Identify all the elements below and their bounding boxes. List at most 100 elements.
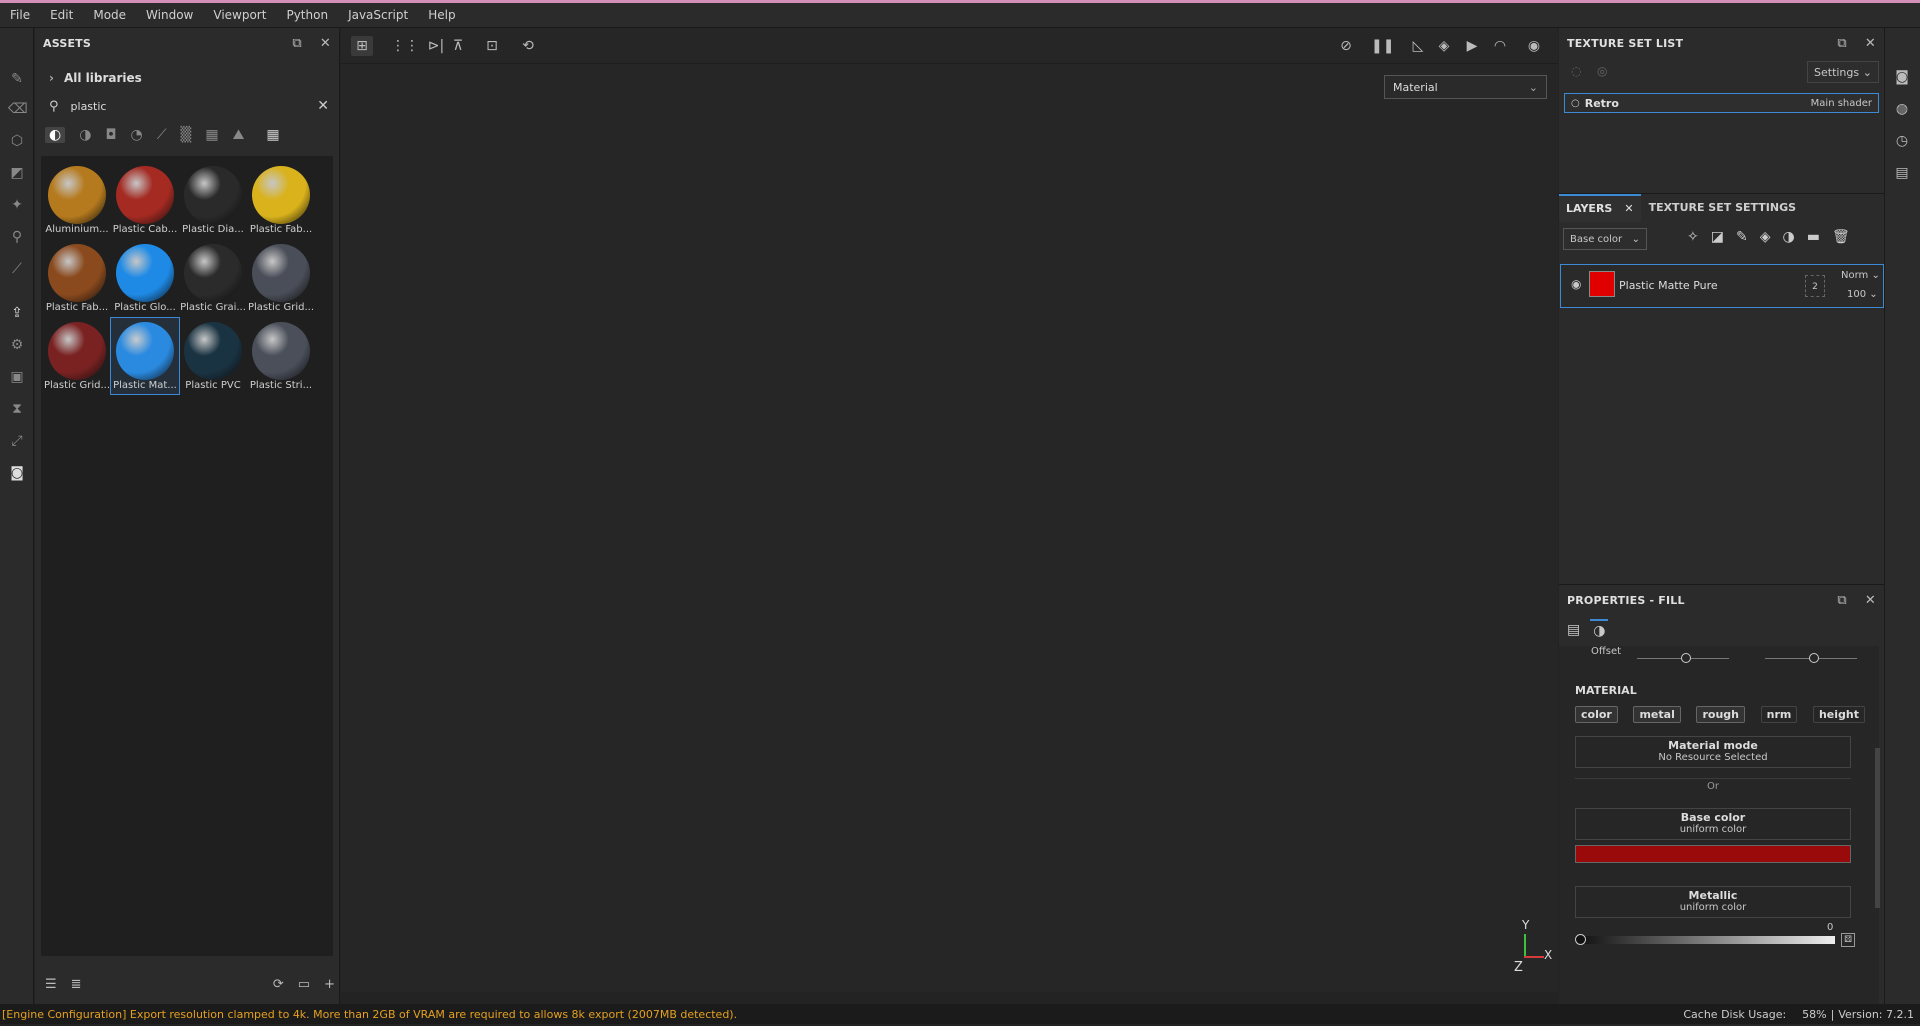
asset-tile[interactable]: Plastic Grid... xyxy=(247,240,315,316)
asset-tile[interactable]: Plastic Fab... xyxy=(247,162,315,238)
asset-tile[interactable]: Plastic Glo... xyxy=(111,240,179,316)
settings-dropdown[interactable]: Settings ⌄ xyxy=(1807,61,1879,83)
viewport-mode-select[interactable]: Material ⌄ xyxy=(1384,75,1547,99)
base-color-swatch[interactable] xyxy=(1575,845,1851,863)
delete-layer-icon[interactable]: 🗑 xyxy=(1832,229,1850,245)
channel-height-toggle[interactable]: height xyxy=(1812,706,1865,723)
menu-mode[interactable]: Mode xyxy=(83,8,136,22)
all-filters-icon[interactable]: ▦ xyxy=(266,127,279,143)
tab-layers[interactable]: LAYERS ✕ xyxy=(1559,193,1641,222)
masks-filter-icon[interactable]: ◘ xyxy=(105,127,116,143)
undock-icon[interactable]: ⧉ xyxy=(1837,36,1846,51)
viewport[interactable] xyxy=(341,28,1558,992)
solo-view-icon[interactable]: ◎ xyxy=(1597,64,1607,78)
tiling-icon[interactable]: ⋮⋮ xyxy=(391,36,419,56)
close-icon[interactable]: ✕ xyxy=(320,36,331,51)
generators-filter-icon[interactable]: ◔ xyxy=(131,127,143,143)
fill-properties-tab-icon[interactable]: ▤ xyxy=(1567,622,1580,638)
grid-filter-icon[interactable]: ▦ xyxy=(205,127,218,143)
fit-view-icon[interactable]: ⊡ xyxy=(481,36,503,56)
eraser-icon[interactable]: ⌫ xyxy=(8,100,28,118)
menu-javascript[interactable]: JavaScript xyxy=(338,8,418,22)
clone-stamp-icon[interactable]: ⚲ xyxy=(8,228,26,246)
projection-icon[interactable]: ⬡ xyxy=(8,132,26,150)
folder-icon[interactable]: ▭ xyxy=(298,977,310,992)
properties-scroll[interactable]: Offset MATERIAL color metal rough nrm he… xyxy=(1559,646,1879,1026)
asset-tile-selected[interactable]: Plastic Mat... xyxy=(110,317,180,395)
log-icon[interactable]: ▤ xyxy=(1893,164,1911,182)
add-effect-icon[interactable]: ✧ xyxy=(1687,229,1699,245)
material-tab-icon[interactable]: ◑ xyxy=(1590,619,1609,641)
export-icon[interactable]: ⇪ xyxy=(8,304,26,322)
mirror-y-icon[interactable]: ⊼ xyxy=(447,36,469,56)
asset-tile[interactable]: Plastic Grai... xyxy=(179,240,247,316)
refresh-icon[interactable]: ⟳ xyxy=(273,977,284,992)
smudge-icon[interactable]: ✦ xyxy=(8,196,26,214)
polygon-fill-icon[interactable]: ◩ xyxy=(8,164,26,182)
mesh-icon[interactable]: ▣ xyxy=(8,368,26,386)
resize-icon[interactable]: ⤢ xyxy=(8,432,26,450)
asset-tile[interactable]: Plastic PVC xyxy=(179,318,247,394)
slider-handle[interactable] xyxy=(1575,934,1586,945)
asset-tile[interactable]: Plastic Dia... xyxy=(179,162,247,238)
channel-rough-toggle[interactable]: rough xyxy=(1696,706,1745,723)
history-icon[interactable]: ◷ xyxy=(1893,132,1911,150)
channel-metal-toggle[interactable]: metal xyxy=(1633,706,1681,723)
material-mode-slot[interactable]: Material mode No Resource Selected xyxy=(1575,736,1851,768)
menu-edit[interactable]: Edit xyxy=(40,8,83,22)
menu-python[interactable]: Python xyxy=(276,8,338,22)
blend-mode[interactable]: Norm ⌄ xyxy=(1841,270,1880,281)
slider-handle[interactable] xyxy=(1809,653,1819,663)
menu-viewport[interactable]: Viewport xyxy=(203,8,276,22)
view-cube-icon[interactable]: ◈ xyxy=(1433,36,1455,56)
slider-handle[interactable] xyxy=(1681,653,1691,663)
metallic-slot[interactable]: Metallic uniform color xyxy=(1575,886,1851,918)
visibility-toggle-icon[interactable]: ◌ xyxy=(1571,64,1581,78)
color-picker-icon[interactable]: ⟋ xyxy=(8,260,26,278)
add-mask-icon[interactable]: ◪ xyxy=(1711,229,1724,245)
asset-tile[interactable]: Aluminium... xyxy=(43,162,111,238)
environment-icon[interactable]: ◠ xyxy=(1489,36,1511,56)
textures-filter-icon[interactable]: ▒ xyxy=(181,127,192,143)
menu-help[interactable]: Help xyxy=(418,8,465,22)
random-seed-icon[interactable]: ⚄ xyxy=(1841,933,1855,947)
breadcrumb[interactable]: › All libraries xyxy=(49,71,142,85)
camera-settings-icon[interactable]: ◙ xyxy=(1893,68,1911,86)
display-settings-icon[interactable]: ◙ xyxy=(8,464,26,482)
screenshot-icon[interactable]: ◉ xyxy=(1523,36,1545,56)
tab-texture-set-settings[interactable]: TEXTURE SET SETTINGS xyxy=(1641,201,1804,214)
channel-nrm-toggle[interactable]: nrm xyxy=(1760,706,1798,723)
hide-icon[interactable]: ⊘ xyxy=(1335,36,1357,56)
add-paint-layer-icon[interactable]: ✎ xyxy=(1736,229,1748,245)
camera-icon[interactable]: ▶ xyxy=(1461,36,1483,56)
offset-v-slider[interactable] xyxy=(1765,653,1857,663)
bake-icon[interactable]: ⚙ xyxy=(8,336,26,354)
asset-tile[interactable]: Plastic Grid... xyxy=(43,318,111,394)
paint-brush-icon[interactable]: ✎ xyxy=(8,70,26,88)
brushes-filter-icon[interactable]: ⟋ xyxy=(157,127,167,143)
add-folder-icon[interactable]: ▬ xyxy=(1807,229,1820,245)
eye-icon[interactable]: ◉ xyxy=(1571,277,1581,291)
asset-tile[interactable]: Plastic Stri... xyxy=(247,318,315,394)
undock-icon[interactable]: ⧉ xyxy=(1837,593,1846,608)
pause-icon[interactable]: ❚❚ xyxy=(1371,36,1394,56)
texture-set-row[interactable]: ○ Retro Main shader xyxy=(1564,93,1879,113)
asset-tile[interactable]: Plastic Cab... xyxy=(111,162,179,238)
camera-2d-icon[interactable]: ◺ xyxy=(1407,36,1429,56)
channel-select[interactable]: Base color ⌄ xyxy=(1563,228,1647,250)
layer-opacity[interactable]: 100 ⌄ xyxy=(1847,289,1878,300)
metallic-gradient-slider[interactable] xyxy=(1575,934,1835,945)
status-message[interactable]: [Engine Configuration] Export resolution… xyxy=(0,1008,737,1021)
channel-color-toggle[interactable]: color xyxy=(1575,706,1618,723)
shader-settings-icon[interactable]: ◍ xyxy=(1893,100,1911,118)
list-view-icon[interactable]: ☰ xyxy=(45,977,57,992)
undock-icon[interactable]: ⧉ xyxy=(292,36,301,51)
history-icon[interactable]: ⟲ xyxy=(517,36,539,56)
add-fill-layer-icon[interactable]: ◈ xyxy=(1760,229,1771,245)
hourglass-icon[interactable]: ⧗ xyxy=(8,400,26,418)
clear-search-icon[interactable]: ✕ xyxy=(317,98,329,114)
close-icon[interactable]: ✕ xyxy=(1865,36,1876,51)
asset-tile[interactable]: Plastic Fab... xyxy=(43,240,111,316)
close-icon[interactable]: ✕ xyxy=(1624,202,1633,215)
menu-file[interactable]: File xyxy=(0,8,40,22)
